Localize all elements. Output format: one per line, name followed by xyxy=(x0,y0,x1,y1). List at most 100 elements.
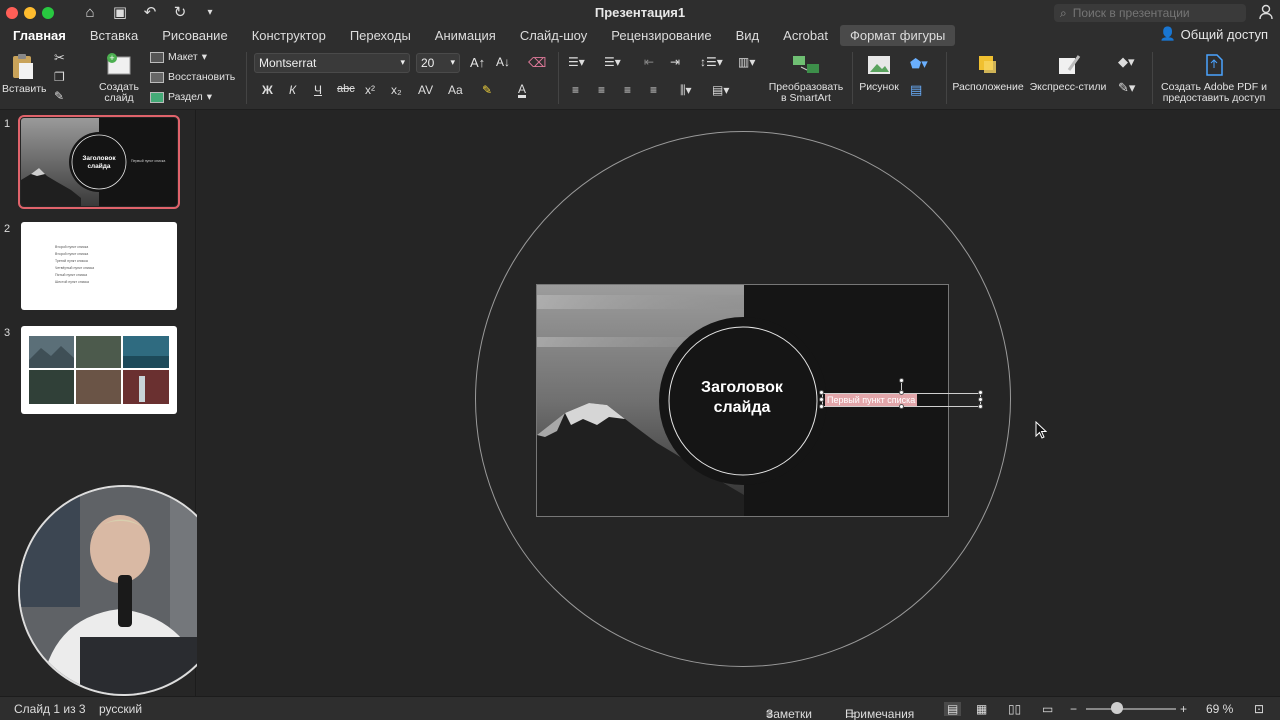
slideshow-icon[interactable]: ▭ xyxy=(1042,702,1053,716)
slide-counter: Слайд 1 из 3 xyxy=(14,702,86,716)
layout-button[interactable]: Макет ▾ xyxy=(150,51,207,63)
slide-title[interactable]: Заголовок слайда xyxy=(668,378,816,418)
superscript-icon[interactable]: x² xyxy=(365,83,375,97)
zoom-in-button[interactable]: + xyxy=(1180,702,1187,716)
resize-handle-top-left[interactable] xyxy=(819,390,824,395)
picture-button[interactable]: Рисунок xyxy=(858,52,900,93)
account-icon[interactable] xyxy=(1258,4,1274,20)
columns-icon[interactable]: ▥▾ xyxy=(738,55,755,69)
font-size-select[interactable]: 20 ▾ xyxy=(416,53,460,73)
change-case-icon[interactable]: Aa xyxy=(448,83,463,97)
slide-thumbnail-3[interactable] xyxy=(21,326,177,414)
text-direction-icon[interactable]: ⫼▾ xyxy=(680,83,692,98)
zoom-out-button[interactable]: − xyxy=(1070,702,1077,716)
tab-review[interactable]: Рецензирование xyxy=(611,28,711,43)
create-pdf-button[interactable]: Создать Adobe PDF и предоставить доступ xyxy=(1158,52,1270,104)
tab-home[interactable]: Главная xyxy=(13,28,66,43)
align-right-icon[interactable]: ≡ xyxy=(624,83,631,97)
chevron-down-icon: ▾ xyxy=(400,57,405,67)
zoom-slider-thumb[interactable] xyxy=(1111,702,1124,714)
tab-transitions[interactable]: Переходы xyxy=(350,28,411,43)
new-slide-button[interactable]: + Создать слайд xyxy=(96,52,142,104)
tab-design[interactable]: Конструктор xyxy=(252,28,326,43)
tab-slideshow[interactable]: Слайд-шоу xyxy=(520,28,587,43)
title-bar: ⌂ ▣ ↶ ↻ ▾ Презентация1 ⌕ xyxy=(0,0,1280,26)
copy-icon[interactable]: ❐ xyxy=(54,70,65,84)
ribbon-tabs: Главная Вставка Рисование Конструктор Пе… xyxy=(0,24,1280,46)
font-color-icon[interactable]: A xyxy=(518,83,527,98)
convert-smartart-button[interactable]: Преобразовать в SmartArt xyxy=(766,52,846,104)
italic-button[interactable]: К xyxy=(289,83,296,97)
customize-toolbar-icon[interactable]: ▾ xyxy=(200,7,220,18)
tab-draw[interactable]: Рисование xyxy=(162,28,227,43)
zoom-window-button[interactable] xyxy=(42,7,54,19)
resize-handle-bottom-left[interactable] xyxy=(819,404,824,409)
format-painter-icon[interactable]: ✎ xyxy=(54,89,64,103)
resize-handle-top[interactable] xyxy=(899,390,904,395)
strikethrough-button[interactable]: abc xyxy=(337,83,355,95)
section-button[interactable]: Раздел ▾ xyxy=(150,91,212,103)
resize-handle-bottom[interactable] xyxy=(899,404,904,409)
minimize-window-button[interactable] xyxy=(24,7,36,19)
home-icon[interactable]: ⌂ xyxy=(80,4,100,21)
redo-icon[interactable]: ↻ xyxy=(170,3,190,21)
font-family-select[interactable]: Montserrat ▾ xyxy=(254,53,410,73)
resize-handle-right[interactable] xyxy=(978,397,983,402)
search-input[interactable] xyxy=(1072,6,1233,20)
ribbon-separator xyxy=(558,52,559,104)
shape-fill-icon[interactable]: ◆▾ xyxy=(1118,54,1135,70)
increase-font-icon[interactable]: A↑ xyxy=(470,55,485,70)
textbox-icon[interactable]: ▤ xyxy=(910,82,922,98)
char-spacing-icon[interactable]: AV xyxy=(418,83,433,97)
slide-thumbnail-1[interactable]: Заголовок слайда Первый пункт списка xyxy=(18,115,180,209)
paste-button[interactable]: Вставить xyxy=(2,52,47,95)
decrease-indent-icon[interactable]: ⇤ xyxy=(644,55,654,69)
decrease-font-icon[interactable]: A↓ xyxy=(496,55,510,69)
bold-button[interactable]: Ж xyxy=(262,83,273,97)
tab-view[interactable]: Вид xyxy=(736,28,760,43)
clear-format-icon[interactable]: ⌫ xyxy=(528,55,546,71)
language-indicator[interactable]: русский xyxy=(99,702,142,716)
align-center-icon[interactable]: ≡ xyxy=(598,83,605,97)
align-text-icon[interactable]: ▤▾ xyxy=(712,83,729,97)
increase-indent-icon[interactable]: ⇥ xyxy=(670,55,680,69)
resize-handle-top-right[interactable] xyxy=(978,390,983,395)
add-person-icon: 👤 xyxy=(1159,26,1176,41)
align-left-icon[interactable]: ≡ xyxy=(572,83,579,97)
zoom-level[interactable]: 69 % xyxy=(1206,702,1233,716)
fit-to-window-icon[interactable]: ⊡ xyxy=(1254,702,1264,716)
bullets-icon[interactable]: ☰▾ xyxy=(568,55,585,69)
line-spacing-icon[interactable]: ↕☰▾ xyxy=(700,55,723,69)
cut-icon[interactable]: ✂ xyxy=(54,50,65,66)
quick-styles-button[interactable]: Экспресс-стили xyxy=(1028,52,1108,93)
underline-button[interactable]: Ч xyxy=(314,83,322,97)
normal-view-icon[interactable]: ▤ xyxy=(944,702,962,716)
list-item: Второй пункт списка xyxy=(55,245,89,249)
shapes-icon[interactable]: ⬟▾ xyxy=(910,56,928,72)
arrange-button[interactable]: Расположение xyxy=(952,52,1024,93)
ribbon-separator xyxy=(1152,52,1153,104)
chevron-down-icon: ▾ xyxy=(201,51,207,63)
save-icon[interactable]: ▣ xyxy=(110,3,130,21)
tab-shape-format[interactable]: Формат фигуры xyxy=(839,24,956,46)
slide-thumbnail-2[interactable]: Второй пункт списка Второй пункт списка … xyxy=(21,222,177,310)
tab-insert[interactable]: Вставка xyxy=(90,28,138,43)
undo-icon[interactable]: ↶ xyxy=(140,3,160,21)
share-button[interactable]: 👤 Общий доступ xyxy=(1159,26,1268,42)
tab-acrobat[interactable]: Acrobat xyxy=(783,28,828,43)
search-icon: ⌕ xyxy=(1060,5,1067,20)
slide-sorter-icon[interactable]: ▦ xyxy=(976,702,987,716)
reset-button[interactable]: Восстановить xyxy=(150,71,235,83)
tab-animations[interactable]: Анимация xyxy=(435,28,496,43)
numbering-icon[interactable]: ☰▾ xyxy=(604,55,621,69)
highlight-icon[interactable]: ✎ xyxy=(482,83,492,97)
shape-outline-icon[interactable]: ✎▾ xyxy=(1118,80,1135,96)
resize-handle-bottom-right[interactable] xyxy=(978,404,983,409)
resize-handle-left[interactable] xyxy=(819,397,824,402)
reading-view-icon[interactable]: ▯▯ xyxy=(1008,702,1021,716)
subscript-icon[interactable]: x₂ xyxy=(391,83,402,97)
zoom-slider[interactable] xyxy=(1086,708,1176,710)
justify-icon[interactable]: ≡ xyxy=(650,83,657,97)
close-window-button[interactable] xyxy=(6,7,18,19)
search-box[interactable]: ⌕ xyxy=(1054,4,1246,22)
